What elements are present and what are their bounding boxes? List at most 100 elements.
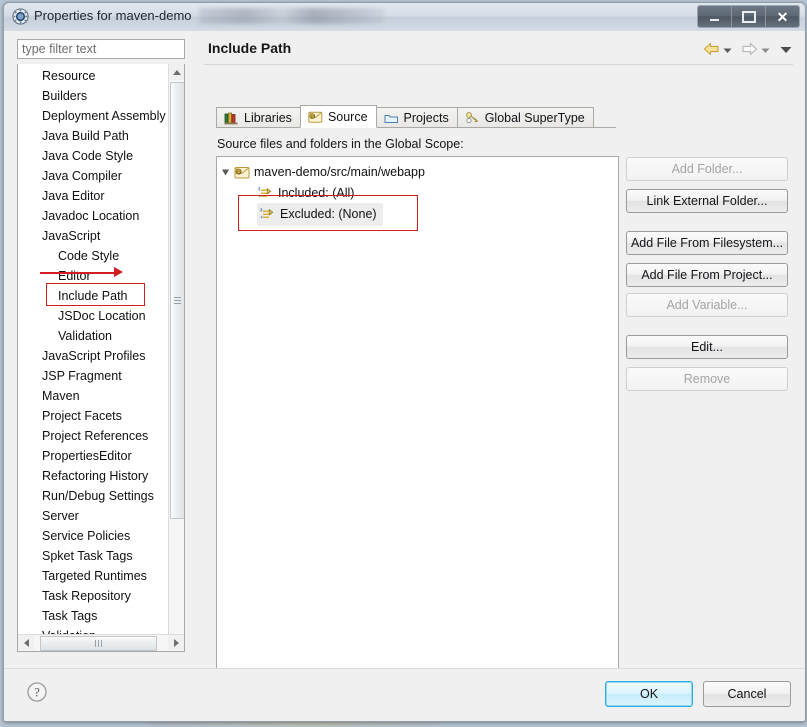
sidebar-item-service-policies[interactable]: Service Policies bbox=[18, 526, 168, 546]
scrollbar-grip-icon bbox=[94, 640, 103, 647]
source-folder-icon: JS bbox=[308, 110, 323, 124]
maximize-icon bbox=[741, 10, 756, 23]
tab-label: Global SuperType bbox=[484, 110, 585, 125]
close-button[interactable]: ✕ bbox=[766, 6, 799, 27]
sidebar-item-label: Targeted Runtimes bbox=[42, 569, 147, 583]
properties-dialog-window: Properties for maven-demo ✕ ResourceBu bbox=[3, 2, 806, 722]
page-title: Include Path bbox=[208, 40, 292, 56]
tab-projects[interactable]: Projects bbox=[375, 107, 458, 128]
triangle-right-icon bbox=[173, 638, 179, 647]
dialog-body: Resource Builders Deployment Assembly Java … bbox=[4, 31, 805, 676]
source-tree-row[interactable]: JS maven-demo/src/main/webapp bbox=[217, 162, 618, 183]
source-tree-row-label: Excluded: (None) bbox=[280, 207, 377, 221]
sidebar-item-label: Resource bbox=[42, 69, 96, 83]
expander-expanded-icon[interactable] bbox=[217, 168, 233, 177]
sidebar-item-label: JavaScript bbox=[42, 229, 101, 243]
minimize-icon bbox=[710, 18, 719, 21]
sidebar-item-java-code-style[interactable]: Java Code Style bbox=[18, 146, 168, 166]
forward-history-chevron-down-icon[interactable] bbox=[760, 43, 771, 61]
sidebar-item-editor[interactable]: Editor bbox=[18, 266, 168, 286]
source-tree-row[interactable]: Included: (All) bbox=[217, 183, 618, 204]
title-divider bbox=[204, 64, 793, 65]
include-path-tabs: Libraries JS Source Projects Global SuperTyp… bbox=[216, 105, 594, 128]
sidebar-item-code-style[interactable]: Code Style bbox=[18, 246, 168, 266]
sidebar-item-refactoring-history[interactable]: Refactoring History bbox=[18, 466, 168, 486]
sidebar-item-label: Spket Task Tags bbox=[42, 549, 133, 563]
sidebar-item-project-references[interactable]: Project References bbox=[18, 426, 168, 446]
inclusion-filter-icon bbox=[257, 186, 275, 201]
sidebar-item-include-path[interactable]: Include Path bbox=[18, 286, 168, 306]
source-tree-row-content: Included: (All) bbox=[257, 183, 354, 204]
sidebar-item-jsp-fragment[interactable]: JSP Fragment bbox=[18, 366, 168, 386]
sidebar-item-javadoc-location[interactable]: Javadoc Location bbox=[18, 206, 168, 226]
supertype-icon bbox=[465, 111, 480, 125]
link-external-folder-button[interactable]: Link External Folder... bbox=[626, 189, 788, 213]
tab-global-supertype[interactable]: Global SuperType bbox=[456, 107, 594, 128]
back-arrow-icon[interactable] bbox=[703, 42, 720, 61]
sidebar-item-deployment-assembly[interactable]: Deployment Assembly bbox=[18, 106, 168, 126]
settings-category-tree[interactable]: Resource Builders Deployment Assembly Java … bbox=[17, 64, 185, 652]
scroll-up-button[interactable] bbox=[169, 64, 184, 80]
source-folders-tree[interactable]: JS maven-demo/src/main/webapp Included: (A… bbox=[216, 156, 619, 676]
sidebar-item-task-repository[interactable]: Task Repository bbox=[18, 586, 168, 606]
edit-button[interactable]: Edit... bbox=[626, 335, 788, 359]
source-tab-description: Source files and folders in the Global S… bbox=[217, 137, 464, 151]
exclusion-filter-icon bbox=[259, 207, 277, 222]
sidebar-item-label: Validation bbox=[58, 329, 112, 343]
svg-text:JS: JS bbox=[236, 170, 241, 175]
sidebar-item-java-build-path[interactable]: Java Build Path bbox=[18, 126, 168, 146]
help-question-icon[interactable]: ? bbox=[26, 681, 48, 703]
sidebar-item-label: Task Repository bbox=[42, 589, 131, 603]
sidebar-item-label: JSDoc Location bbox=[58, 309, 146, 323]
sidebar-item-java-editor[interactable]: Java Editor bbox=[18, 186, 168, 206]
sidebar-item-label: PropertiesEditor bbox=[42, 449, 132, 463]
back-history-chevron-down-icon[interactable] bbox=[722, 43, 733, 61]
sidebar-scrollbar-thumb[interactable] bbox=[170, 82, 184, 519]
source-tree-row-content: Excluded: (None) bbox=[257, 203, 383, 226]
add-file-from-filesystem-button[interactable]: Add File From Filesystem... bbox=[626, 231, 788, 255]
scroll-right-button[interactable] bbox=[168, 635, 184, 650]
sidebar-item-builders[interactable]: Builders bbox=[18, 86, 168, 106]
filter-input[interactable] bbox=[17, 39, 185, 59]
add-file-from-project-button[interactable]: Add File From Project... bbox=[626, 263, 788, 287]
sidebar-item-java-compiler[interactable]: Java Compiler bbox=[18, 166, 168, 186]
sidebar-horizontal-scrollbar[interactable] bbox=[18, 634, 184, 651]
view-menu-chevron-down-icon[interactable] bbox=[779, 43, 793, 61]
scroll-left-button[interactable] bbox=[18, 635, 34, 650]
triangle-up-icon bbox=[172, 69, 181, 75]
minimize-button[interactable] bbox=[698, 6, 732, 27]
sidebar-item-label: Include Path bbox=[58, 289, 128, 303]
tab-libraries[interactable]: Libraries bbox=[216, 107, 301, 128]
sidebar-item-server[interactable]: Server bbox=[18, 506, 168, 526]
sidebar-item-label: Java Editor bbox=[42, 189, 105, 203]
sidebar-item-propertieseditor[interactable]: PropertiesEditor bbox=[18, 446, 168, 466]
sidebar-item-javascript-profiles[interactable]: JavaScript Profiles bbox=[18, 346, 168, 366]
sidebar-item-task-tags[interactable]: Task Tags bbox=[18, 606, 168, 626]
sidebar-item-javascript[interactable]: JavaScript bbox=[18, 226, 168, 246]
sidebar-hscrollbar-thumb[interactable] bbox=[40, 636, 157, 651]
sidebar-item-project-facets[interactable]: Project Facets bbox=[18, 406, 168, 426]
sidebar-item-targeted-runtimes[interactable]: Targeted Runtimes bbox=[18, 566, 168, 586]
forward-arrow-icon bbox=[741, 42, 758, 61]
source-tree-row[interactable]: Excluded: (None) bbox=[217, 203, 618, 226]
libraries-icon bbox=[224, 111, 239, 125]
page-navigation-toolbar bbox=[703, 42, 793, 61]
sidebar-vertical-scrollbar[interactable] bbox=[168, 64, 184, 650]
sidebar-item-maven[interactable]: Maven bbox=[18, 386, 168, 406]
sidebar-item-validation[interactable]: Validation bbox=[18, 326, 168, 346]
ok-button[interactable]: OK bbox=[605, 681, 693, 707]
window-title: Properties for maven-demo bbox=[34, 8, 192, 23]
sidebar-item-resource[interactable]: Resource bbox=[18, 66, 168, 86]
screenshot-root: Properties for maven-demo ✕ ResourceBu bbox=[0, 0, 807, 727]
close-icon: ✕ bbox=[776, 8, 789, 25]
cancel-button[interactable]: Cancel bbox=[703, 681, 791, 707]
add-folder-button: Add Folder... bbox=[626, 157, 788, 181]
source-tree-row-label: maven-demo/src/main/webapp bbox=[254, 165, 425, 179]
tab-source[interactable]: JS Source bbox=[299, 105, 377, 128]
sidebar-item-label: Builders bbox=[42, 89, 88, 103]
maximize-button[interactable] bbox=[732, 6, 766, 27]
svg-text:?: ? bbox=[34, 686, 40, 700]
sidebar-item-run-debug-settings[interactable]: Run/Debug Settings bbox=[18, 486, 168, 506]
sidebar-item-jsdoc-location[interactable]: JSDoc Location bbox=[18, 306, 168, 326]
sidebar-item-spket-task-tags[interactable]: Spket Task Tags bbox=[18, 546, 168, 566]
